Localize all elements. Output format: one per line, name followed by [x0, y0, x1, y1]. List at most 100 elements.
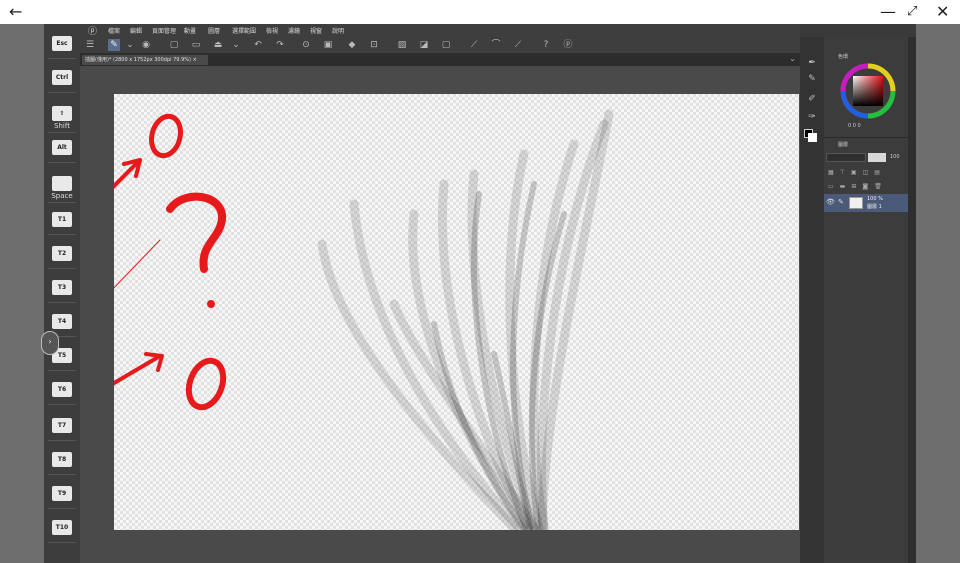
mask-icon[interactable]: ◙: [862, 183, 868, 191]
menu-item-1[interactable]: 編輯: [130, 26, 142, 35]
collapse-handle[interactable]: ›: [41, 331, 59, 355]
arrow-left-icon[interactable]: ←: [9, 2, 22, 22]
brush-mode-icon[interactable]: ✎: [108, 39, 120, 51]
fill-icon[interactable]: ◆: [346, 39, 358, 51]
layer-name: 圖層 1: [867, 204, 882, 210]
hamburger-menu-icon[interactable]: ☰: [84, 39, 96, 51]
visibility-eye-icon[interactable]: 👁: [826, 198, 835, 206]
view-icon[interactable]: ◉: [140, 39, 152, 51]
menu-item-4[interactable]: 圖層: [208, 26, 220, 35]
layer-panel-title: 圖層: [838, 142, 849, 148]
key-separator: [48, 404, 76, 405]
pen-tool-icon[interactable]: ✒: [806, 57, 818, 69]
document-tab[interactable]: 插圖(僅用)* (2800 x 1752px 300dpi 79.9%) ×: [82, 55, 208, 65]
help-icon[interactable]: ?: [540, 39, 552, 51]
layer-thumbnail: [849, 197, 863, 209]
menu-item-5[interactable]: 選擇範圍: [232, 26, 256, 35]
key-ctrl-button[interactable]: Ctrl: [52, 70, 72, 85]
key-t1-button[interactable]: T1: [52, 212, 72, 227]
drawing-canvas[interactable]: [61, 94, 799, 533]
curve-icon[interactable]: ⌒: [490, 39, 502, 51]
crop-icon[interactable]: ⊡: [368, 39, 380, 51]
new-file-icon[interactable]: ▢: [168, 39, 180, 51]
layer-row[interactable]: 👁 ✎ 100 % 圖層 1: [824, 194, 908, 212]
delete-icon[interactable]: 🗑: [874, 183, 882, 191]
lock-alpha-icon[interactable]: ▣: [851, 169, 857, 177]
key-t10-button[interactable]: T10: [52, 520, 72, 535]
tab-menu-chevron-icon[interactable]: ⌄: [789, 54, 796, 63]
artwork: [61, 109, 614, 533]
layer-action-row: ▭ ▬ ⊞ ◙ 🗑: [828, 183, 906, 191]
chevron-down-icon[interactable]: ⌄: [230, 39, 242, 51]
app-logo-icon[interactable]: ⓟ: [88, 24, 97, 37]
line-icon[interactable]: ⟋: [512, 39, 524, 51]
pen-icon: ✎: [838, 198, 844, 206]
tab-close-icon[interactable]: ×: [193, 57, 197, 63]
key-t9-button[interactable]: T9: [52, 486, 72, 501]
opacity-value: 100: [890, 154, 900, 160]
open-folder-icon[interactable]: ▭: [190, 39, 202, 51]
key-space-button[interactable]: [52, 176, 72, 191]
eraser-tool-icon[interactable]: ✑: [806, 111, 818, 123]
key-alt-button[interactable]: Alt: [52, 140, 72, 155]
restore-icon[interactable]: ⤢: [907, 2, 917, 22]
key-sublabel: Shift: [54, 122, 70, 130]
key-separator: [48, 132, 76, 133]
gesture-icon[interactable]: ⓟ: [562, 39, 574, 51]
redo-icon[interactable]: ↷: [274, 39, 286, 51]
key-t3-button[interactable]: T3: [52, 280, 72, 295]
clip-icon[interactable]: ⊤: [840, 169, 845, 177]
chevron-down-icon[interactable]: ⌄: [124, 39, 136, 51]
brush-tool-icon[interactable]: ✎: [806, 73, 818, 85]
key-separator: [48, 542, 76, 543]
menu-item-0[interactable]: 檔案: [108, 26, 120, 35]
menu-bar: ⓟ 檔案 編輯 頁面管理 動畫 圖層 選擇範圍 檢視 濾鏡 視窗 說明: [80, 24, 800, 37]
tab-title: 插圖(僅用)* (2800 x 1752px 300dpi 79.9%): [85, 57, 191, 63]
key-esc-button[interactable]: Esc: [52, 36, 72, 51]
ruler-icon[interactable]: ⟋: [468, 39, 480, 51]
command-bar: ☰ ✎ ⌄ ◉ ▢ ▭ ⏏ ⌄ ↶ ↷ ⊙ ▣ ◆ ⊡ ▨ ◪ ▢ ⟋ ⌒ ⟋ …: [80, 37, 800, 54]
menu-item-3[interactable]: 動畫: [184, 26, 196, 35]
key-separator: [48, 268, 76, 269]
tool-strip: ✒ ✎ ✐ ✑: [800, 37, 824, 563]
ink-tool-icon[interactable]: ✐: [806, 93, 818, 105]
key-t4-button[interactable]: T4: [52, 314, 72, 329]
left-margin: [0, 24, 44, 563]
color-values: 0 0 0: [848, 123, 861, 129]
draft-icon[interactable]: ▤: [874, 169, 880, 177]
save-icon[interactable]: ⏏: [212, 39, 224, 51]
menu-item-7[interactable]: 濾鏡: [288, 26, 300, 35]
gradient-icon[interactable]: ◪: [418, 39, 430, 51]
menu-item-9[interactable]: 說明: [332, 26, 344, 35]
key-shift-button[interactable]: ⇧: [52, 106, 72, 121]
close-icon[interactable]: ✕: [936, 2, 949, 22]
color-panel-title: 色環: [838, 54, 849, 60]
blend-mode-select[interactable]: [826, 153, 866, 162]
new-folder-icon[interactable]: ▬: [840, 183, 846, 191]
key-separator: [48, 370, 76, 371]
panel-scrollbar[interactable]: [908, 37, 916, 563]
key-t6-button[interactable]: T6: [52, 382, 72, 397]
menu-item-6[interactable]: 檢視: [266, 26, 278, 35]
selection-icon[interactable]: ⊙: [300, 39, 312, 51]
menu-item-2[interactable]: 頁面管理: [152, 26, 176, 35]
key-t7-button[interactable]: T7: [52, 418, 72, 433]
deselect-icon[interactable]: ▣: [322, 39, 334, 51]
lock-icon[interactable]: ▦: [828, 169, 834, 177]
key-t2-button[interactable]: T2: [52, 246, 72, 261]
opacity-slider[interactable]: [868, 153, 886, 162]
minimize-icon[interactable]: —: [880, 2, 896, 22]
key-separator: [48, 58, 76, 59]
panel-divider: [824, 137, 908, 138]
key-separator: [48, 440, 76, 441]
merge-icon[interactable]: ⊞: [851, 183, 856, 191]
new-layer-icon[interactable]: ▭: [828, 183, 834, 191]
undo-icon[interactable]: ↶: [252, 39, 264, 51]
sub-color-swatch[interactable]: [808, 133, 817, 142]
reference-icon[interactable]: ◫: [863, 169, 869, 177]
menu-item-8[interactable]: 視窗: [310, 26, 322, 35]
frame-icon[interactable]: ▢: [440, 39, 452, 51]
transform-icon[interactable]: ▨: [396, 39, 408, 51]
color-wheel[interactable]: 0 0 0: [838, 61, 898, 131]
key-t8-button[interactable]: T8: [52, 452, 72, 467]
